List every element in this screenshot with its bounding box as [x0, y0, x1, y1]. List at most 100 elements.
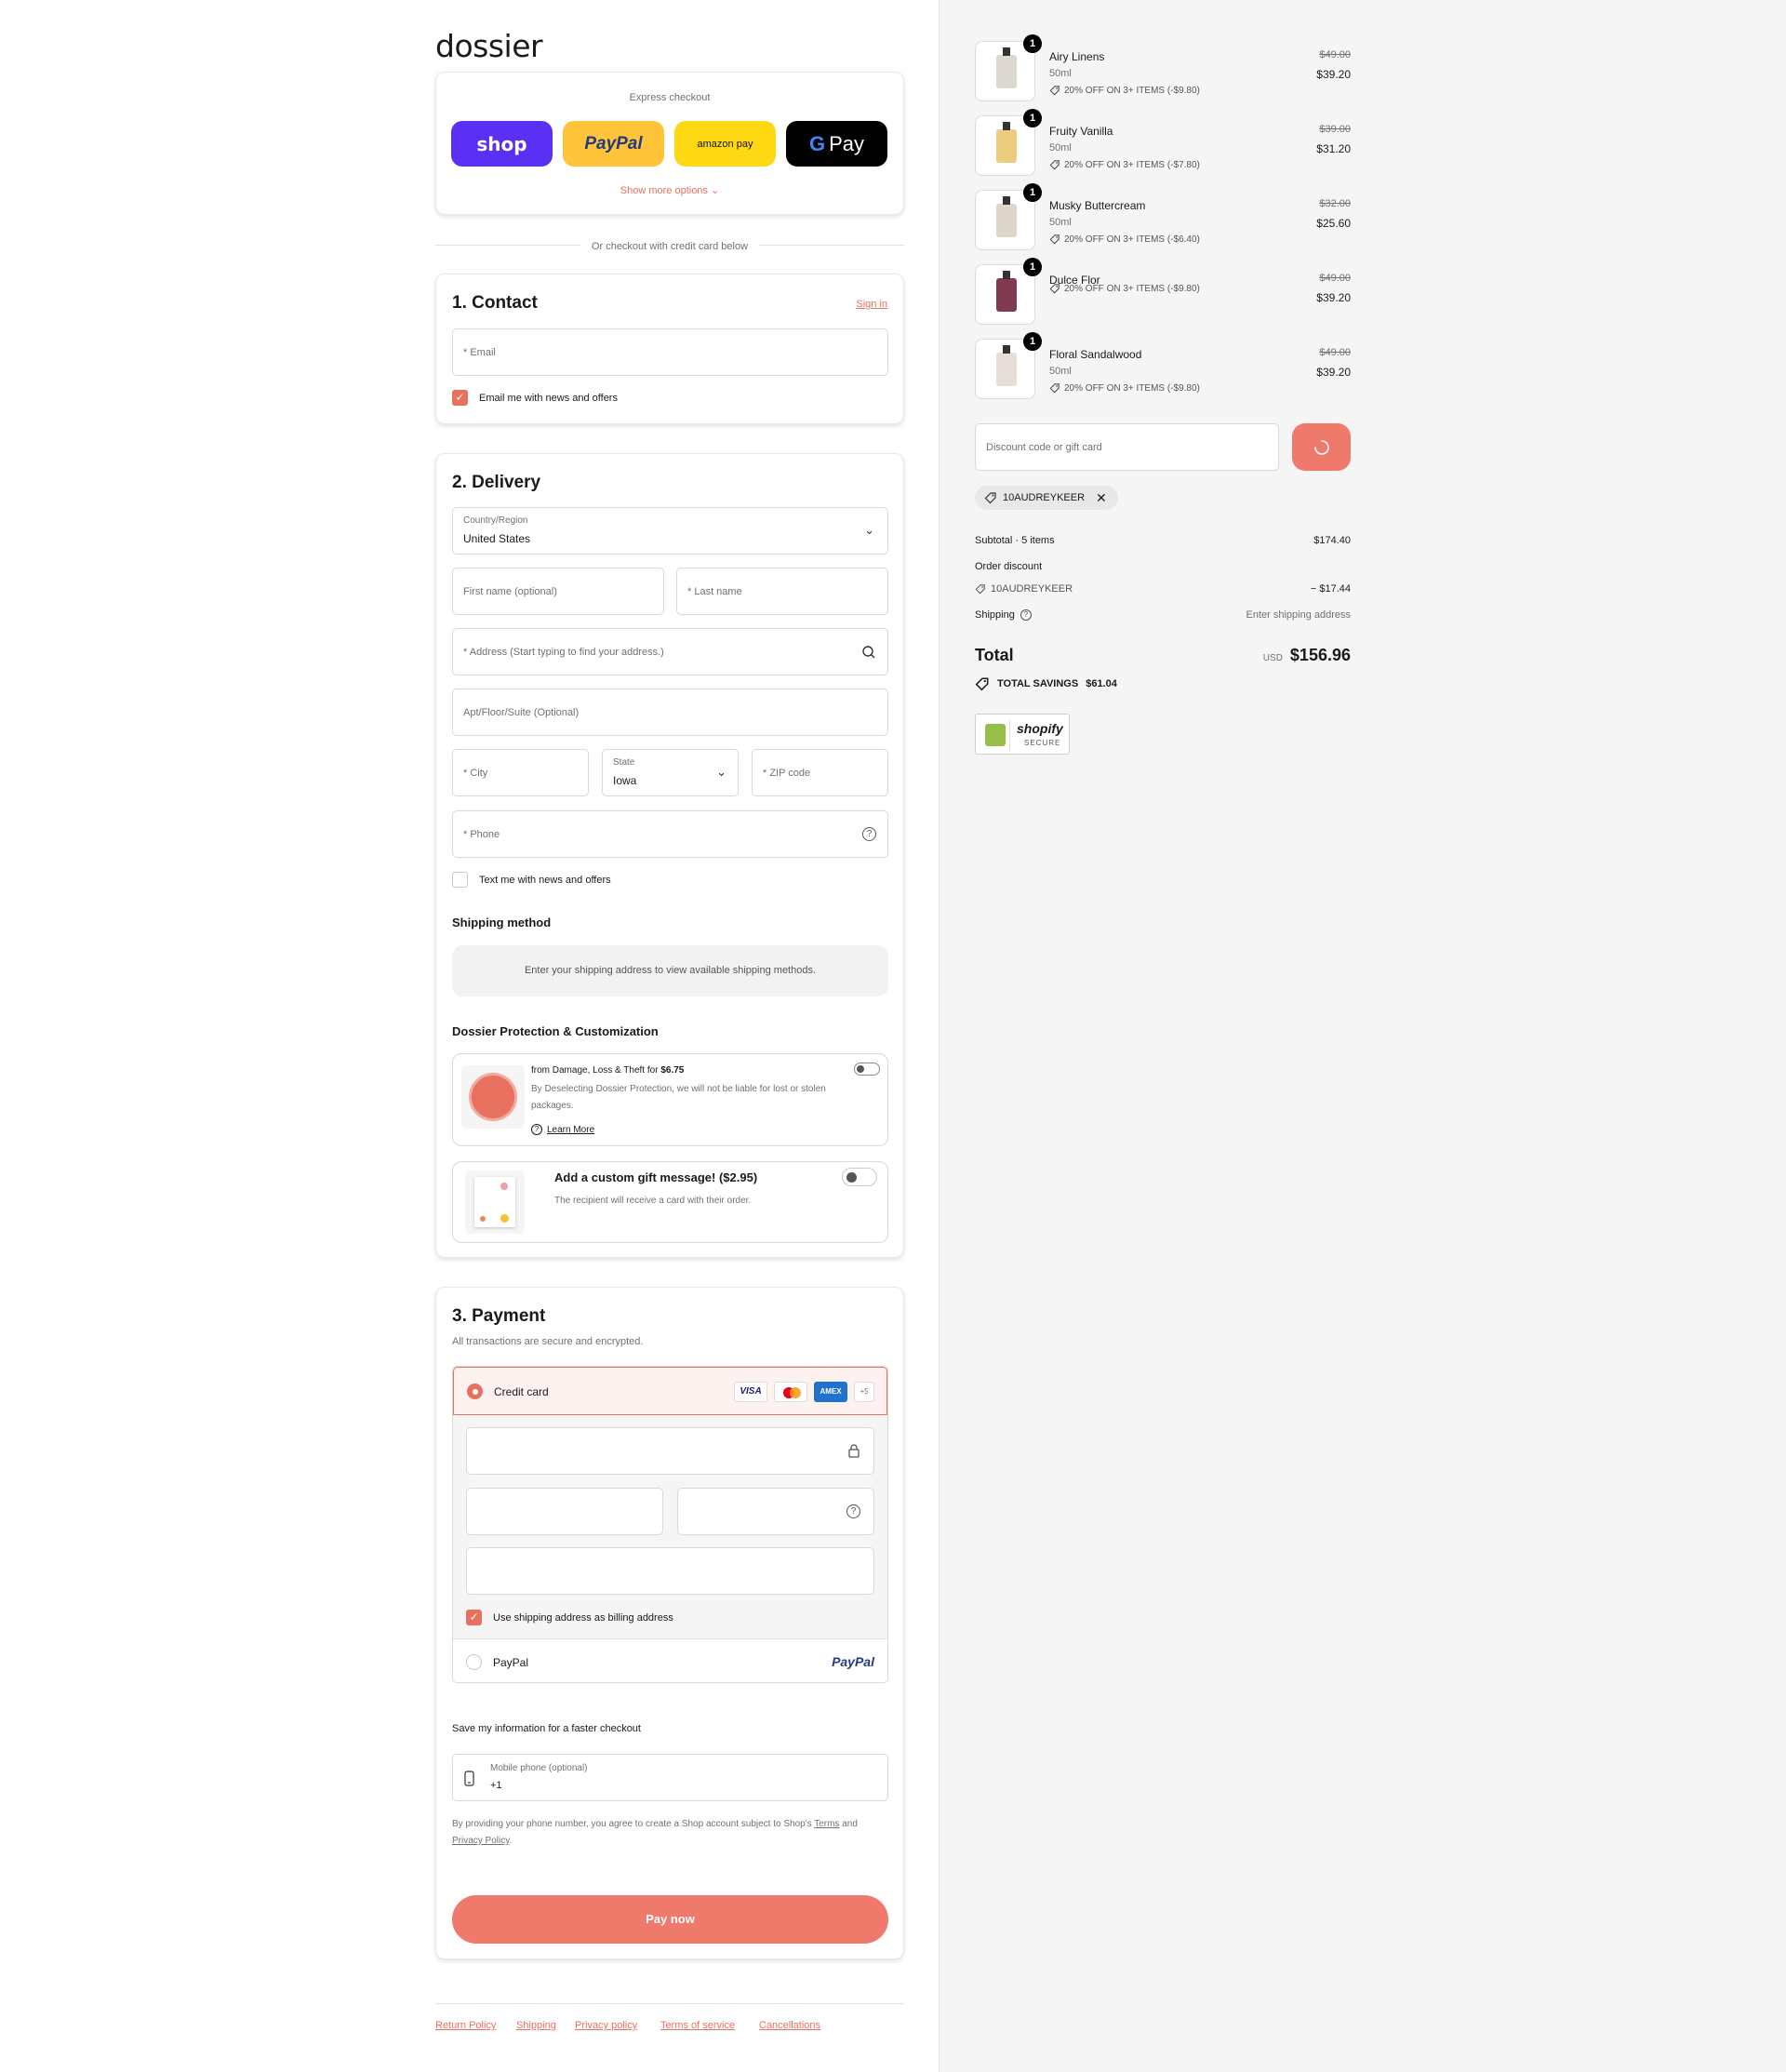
payment-title: 3. Payment [452, 1306, 546, 1326]
email-news-checkbox[interactable]: ✓ [452, 390, 468, 406]
discount-code-field[interactable]: Discount code or gift card [975, 423, 1279, 471]
footer-shipping[interactable]: Shipping [516, 2020, 556, 2031]
last-name-field[interactable]: * Last name [676, 568, 888, 615]
shipping-method-placeholder: Enter your shipping address to view avai… [452, 945, 888, 996]
item-name: Musky Buttercream [1049, 199, 1146, 212]
help-icon[interactable]: ? [846, 1504, 860, 1518]
sign-in-link[interactable]: Sign in [856, 299, 887, 310]
protection-toggle[interactable] [854, 1063, 880, 1076]
gift-message-description: The recipient will receive a card with t… [554, 1196, 752, 1206]
express-checkout-card: Express checkout shop PayPal amazon pay … [435, 72, 904, 215]
paypal-logo: PayPal [584, 133, 643, 154]
email-field[interactable]: * Email [452, 328, 888, 376]
order-summary-panel [939, 0, 1786, 2072]
item-original-price: $49.00 [1319, 273, 1351, 284]
quantity-badge: 1 [1023, 183, 1042, 202]
show-more-options-link[interactable]: Show more options ⌄ [436, 184, 903, 196]
item-price: $39.20 [1316, 366, 1351, 379]
city-field[interactable]: * City [452, 749, 589, 796]
applied-discount-tag: 10AUDREYKEER ✕ [975, 486, 1118, 510]
shipping-method-title: Shipping method [452, 916, 552, 929]
item-original-price: $39.00 [1319, 124, 1351, 135]
state-select[interactable]: State Iowa ⌄ [602, 749, 739, 796]
amex-icon: AMEX [814, 1382, 847, 1402]
privacy-policy-link[interactable]: Privacy Policy [452, 1836, 510, 1846]
text-news-checkbox[interactable] [452, 872, 468, 888]
bottle-cap [1003, 345, 1010, 354]
mobile-phone-field[interactable]: Mobile phone (optional) +1 [452, 1754, 888, 1801]
search-icon [862, 646, 875, 659]
protection-image [461, 1065, 525, 1129]
apply-discount-button[interactable] [1292, 423, 1351, 471]
mastercard-icon [774, 1382, 807, 1402]
gift-message-toggle[interactable] [842, 1168, 877, 1186]
product-image: 1 [975, 258, 1042, 325]
item-price: $25.60 [1316, 217, 1351, 230]
country-select[interactable]: Country/Region United States ⌄ [452, 507, 888, 555]
toggle-knob [857, 1065, 864, 1073]
gpay-label: Pay [829, 131, 865, 155]
paypal-button[interactable]: PayPal [563, 121, 664, 167]
chevron-down-icon: ⌄ [864, 523, 874, 537]
address-field[interactable]: * Address (Start typing to find your add… [452, 628, 888, 675]
bottle-cap [1003, 122, 1010, 130]
security-code-field[interactable]: ? [677, 1488, 874, 1535]
total-row: Total USD $156.96 [975, 646, 1351, 664]
item-discount: 20% OFF ON 3+ ITEMS (-$7.80) [1049, 159, 1200, 170]
delivery-title: 2. Delivery [452, 473, 541, 492]
mobile-phone-icon [464, 1771, 474, 1786]
tag-icon [1049, 383, 1060, 394]
footer-terms-of-service[interactable]: Terms of service [660, 2020, 735, 2031]
card-number-field[interactable] [466, 1427, 874, 1475]
protection-option: from Damage, Loss & Theft for $6.75 By D… [452, 1053, 888, 1146]
footer-return-policy[interactable]: Return Policy [435, 2020, 496, 2031]
remove-discount-icon[interactable]: ✕ [1096, 490, 1107, 506]
email-news-label: Email me with news and offers [479, 393, 618, 404]
divider: Or checkout with credit card below [435, 239, 904, 252]
item-price: $39.20 [1316, 291, 1351, 304]
perfume-bottle [996, 129, 1017, 163]
protection-description: By Deselecting Dossier Protection, we wi… [531, 1084, 826, 1111]
tag-icon [1049, 284, 1060, 294]
paypal-option[interactable]: PayPal PayPal [453, 1638, 887, 1682]
shopify-secure-badge: shopify SECURE [975, 714, 1070, 755]
footer-cancellations[interactable]: Cancellations [759, 2020, 820, 2031]
quantity-badge: 1 [1023, 258, 1042, 276]
item-discount: 20% OFF ON 3+ ITEMS (-$9.80) [1049, 85, 1200, 96]
tag-icon [975, 677, 989, 691]
total-savings-row: TOTAL SAVINGS $61.04 [975, 676, 1351, 691]
name-on-card-field[interactable] [466, 1547, 874, 1595]
perfume-bottle [996, 353, 1017, 386]
first-name-field[interactable]: First name (optional) [452, 568, 664, 615]
pay-now-button[interactable]: Pay now [452, 1895, 888, 1944]
help-icon[interactable]: ? [1020, 609, 1032, 621]
google-pay-button[interactable]: G Pay [786, 121, 887, 167]
help-icon[interactable]: ? [862, 827, 876, 841]
phone-field[interactable]: * Phone ? [452, 810, 888, 858]
shop-pay-button[interactable]: shop [451, 121, 553, 167]
terms-link[interactable]: Terms [814, 1819, 839, 1829]
quantity-badge: 1 [1023, 34, 1042, 53]
amazon-pay-button[interactable]: amazon pay [674, 121, 776, 167]
item-name: Floral Sandalwood [1049, 348, 1142, 361]
shipping-row: Shipping? Enter shipping address [975, 609, 1351, 621]
payment-methods: Credit card VISA AMEX +5 ? ✓ Use shippin… [452, 1366, 888, 1683]
footer-privacy-policy[interactable]: Privacy policy [575, 2020, 637, 2031]
item-discount: 20% OFF ON 3+ ITEMS (-$9.80) [1049, 382, 1200, 394]
order-discount-label: Order discount [975, 561, 1043, 572]
bottle-cap [1003, 47, 1010, 56]
product-image: 1 [975, 34, 1042, 101]
delivery-card: 2. Delivery Country/Region United States… [435, 453, 904, 1258]
learn-more-link[interactable]: ? Learn More [531, 1124, 594, 1135]
zip-field[interactable]: * ZIP code [752, 749, 888, 796]
gift-message-title: Add a custom gift message! ($2.95) [554, 1170, 758, 1184]
expiry-field[interactable] [466, 1488, 663, 1535]
tag-icon [1049, 234, 1060, 245]
billing-address-checkbox[interactable]: ✓ [466, 1610, 482, 1625]
help-icon: ? [531, 1124, 542, 1135]
apt-field[interactable]: Apt/Floor/Suite (Optional) [452, 688, 888, 736]
shopify-wordmark: shopify [1017, 721, 1063, 736]
credit-card-option[interactable]: Credit card VISA AMEX +5 [453, 1367, 887, 1415]
item-size: 50ml [1049, 68, 1072, 79]
perfume-bottle [996, 55, 1017, 88]
